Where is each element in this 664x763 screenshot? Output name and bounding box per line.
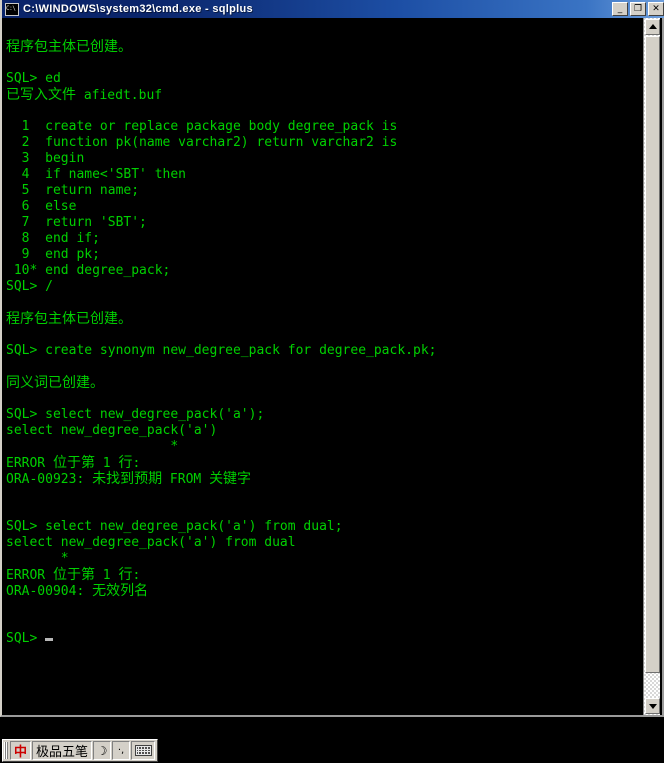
console-output-area[interactable]: 程序包主体已创建。 SQL> ed 已写入文件 afiedt.buf 1 crea… (4, 18, 649, 715)
console-line: 8 end if; (6, 231, 100, 246)
ime-drag-handle[interactable] (4, 742, 8, 759)
console-line: 4 if name<'SBT' then (6, 167, 187, 182)
console-line: 3 begin (6, 151, 85, 166)
console-line: ORA-00904: 无效列名 (6, 583, 149, 599)
console-line: SQL> select new_degree_pack('a'); (6, 407, 265, 422)
restore-icon: ❐ (633, 4, 643, 14)
console-line: 7 return 'SBT'; (6, 215, 147, 230)
scroll-down-arrow-icon[interactable] (645, 698, 660, 714)
soft-keyboard-icon[interactable] (131, 741, 156, 760)
console-line: SQL> (6, 631, 636, 647)
console-line: ERROR 位于第 1 行: (6, 567, 141, 583)
triangle-down-icon (648, 704, 657, 709)
console-text: 程序包主体已创建。 SQL> ed 已写入文件 afiedt.buf 1 crea… (6, 23, 636, 647)
vertical-scrollbar[interactable] (643, 18, 660, 715)
ime-method-button[interactable]: 极品五笔 (32, 741, 93, 760)
console-line: 10* end degree_pack; (6, 263, 171, 278)
ime-language-bar[interactable]: 中 极品五笔 ☽ ·, (2, 739, 159, 762)
keyboard-glyph (134, 745, 152, 756)
console-line: 已写入文件 afiedt.buf (6, 87, 163, 103)
close-icon: ✕ (652, 4, 660, 14)
console-line: SQL> select new_degree_pack('a') from du… (6, 519, 343, 534)
window-controls: _ ❐ ✕ (612, 2, 664, 16)
console-line: 6 else (6, 199, 77, 214)
console-line: SQL> ed (6, 71, 61, 86)
console-window: C:\WINDOWS\system32\cmd.exe - sqlplus _ … (0, 0, 664, 717)
restore-button[interactable]: ❐ (630, 2, 646, 16)
console-line: SQL> create synonym new_degree_pack for … (6, 343, 437, 358)
console-line: 1 create or replace package body degree_… (6, 119, 398, 134)
console-line: 程序包主体已创建。 (6, 39, 132, 55)
console-line: 同义词已创建。 (6, 375, 104, 391)
ime-status-button[interactable]: 中 (10, 741, 31, 760)
console-line: * (6, 551, 69, 566)
triangle-up-icon (648, 24, 657, 29)
console-line: select new_degree_pack('a') from dual (6, 535, 296, 550)
console-line: SQL> / (6, 279, 53, 294)
cmd-icon (5, 2, 19, 16)
console-line: * (6, 439, 179, 454)
ime-punctuation-toggle-icon[interactable]: ·, (112, 741, 131, 760)
scroll-up-arrow-icon[interactable] (645, 19, 660, 35)
block-cursor (45, 638, 54, 641)
ime-shape-toggle-icon[interactable]: ☽ (93, 741, 112, 760)
close-button[interactable]: ✕ (648, 2, 664, 16)
console-line: 9 end pk; (6, 247, 100, 262)
title-bar[interactable]: C:\WINDOWS\system32\cmd.exe - sqlplus _ … (2, 0, 664, 18)
console-line: 程序包主体已创建。 (6, 311, 132, 327)
console-line: 5 return name; (6, 183, 140, 198)
scrollbar-thumb[interactable] (645, 36, 660, 673)
window-title: C:\WINDOWS\system32\cmd.exe - sqlplus (23, 3, 253, 15)
minimize-icon: _ (617, 4, 623, 14)
console-line: 2 function pk(name varchar2) return varc… (6, 135, 398, 150)
console-line: ERROR 位于第 1 行: (6, 455, 141, 471)
console-line: select new_degree_pack('a') (6, 423, 218, 438)
console-line: ORA-00923: 未找到预期 FROM 关键字 (6, 471, 252, 487)
minimize-button[interactable]: _ (612, 2, 628, 16)
